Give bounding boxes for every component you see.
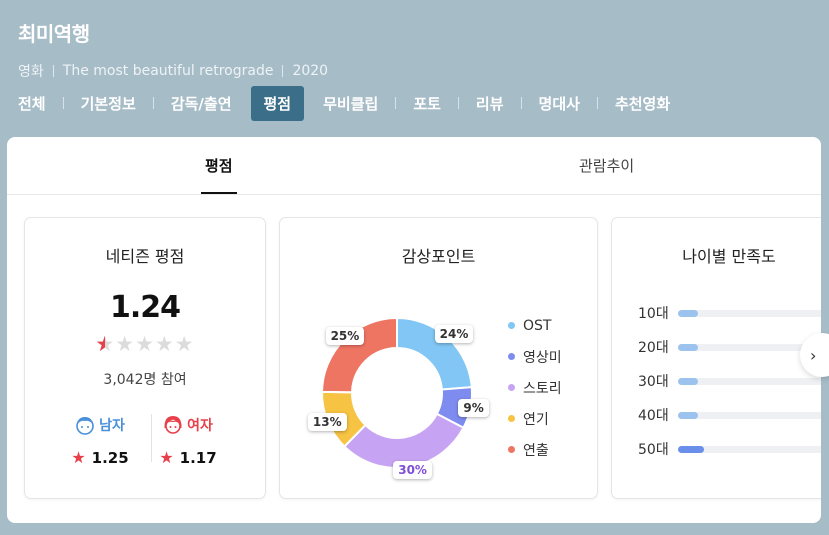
- female-score: 여자 ★ 1.17: [158, 414, 218, 467]
- nav-divider: [152, 97, 154, 109]
- age-label: 20대: [638, 340, 669, 356]
- release-year: 2020: [292, 63, 329, 79]
- nav-divider: [520, 97, 522, 109]
- female-label: 여자: [187, 418, 213, 434]
- age-label: 30대: [638, 374, 669, 390]
- rating-tabs: 평점 관람추이: [7, 137, 821, 195]
- legend-label: 스토리: [523, 380, 562, 397]
- age-bar-track: [678, 411, 821, 419]
- star-empty-icon: ★: [135, 332, 155, 356]
- female-face-icon: [164, 416, 182, 434]
- age-row: 50대: [638, 439, 821, 459]
- chart-legend: OST 영상미스토리연기연출: [508, 310, 562, 465]
- legend-item: 스토리: [508, 372, 562, 403]
- active-tab-indicator: [201, 192, 237, 194]
- star-icon: ★: [159, 448, 174, 467]
- nav-divider: [313, 97, 314, 109]
- nav-item-3[interactable]: 평점: [250, 85, 305, 121]
- slice-label: 25%: [325, 326, 365, 345]
- star-icon: ★: [71, 448, 86, 467]
- age-label: 50대: [638, 442, 669, 458]
- nav-divider: [457, 97, 459, 109]
- male-label: 남자: [99, 418, 125, 434]
- movie-header: 최미역행 영화 The most beautiful retrograde 20…: [18, 18, 328, 81]
- slice-label: 13%: [307, 412, 347, 431]
- legend-label: OST: [523, 317, 552, 334]
- star-empty-icon: ★: [115, 332, 136, 356]
- card-title: 나이별 만족도: [682, 247, 776, 266]
- nav-divider: [596, 97, 598, 109]
- male-face-icon: [76, 417, 94, 435]
- card-title: 네티즌 평점: [105, 247, 185, 266]
- slice-label: 30%: [393, 461, 432, 480]
- nav-item-0[interactable]: 전체: [18, 93, 46, 114]
- legend-label: 연기: [523, 411, 549, 428]
- nav-item-2[interactable]: 감독/출연: [171, 93, 232, 114]
- participant-count: 3,042명 참여: [103, 372, 187, 388]
- meta-divider: [282, 65, 284, 77]
- male-score: 남자 ★ 1.25: [70, 414, 130, 467]
- tab-trend[interactable]: 관람추이: [579, 155, 634, 176]
- nav-divider: [395, 97, 397, 109]
- nav-item-6[interactable]: 리뷰: [476, 93, 504, 114]
- female-score-value: 1.17: [179, 448, 217, 467]
- star-half-icon: ★: [95, 332, 115, 356]
- tab-score[interactable]: 평점: [205, 155, 233, 176]
- age-label: 40대: [638, 408, 669, 424]
- age-bar-track: [678, 377, 821, 385]
- age-row: 20대: [638, 337, 821, 357]
- legend-dot: [508, 415, 515, 422]
- nav-divider: [62, 97, 64, 109]
- nav-item-1[interactable]: 기본정보: [81, 93, 136, 114]
- chevron-right-icon: ›: [810, 345, 817, 365]
- age-bar: [678, 377, 699, 385]
- gender-divider: [151, 414, 152, 462]
- movie-category: 영화: [18, 64, 44, 80]
- nav-item-5[interactable]: 포토: [413, 93, 441, 114]
- movie-nav: 전체 기본정보 감독/출연 평점 무비클립 포토 리뷰 명대사 추천영화: [18, 85, 670, 121]
- viewing-points-card: 감상포인트 OST 영상미 스토리 연기 연출 24% 9% 30% 13% 25%: [279, 217, 598, 499]
- legend-item: OST: [508, 310, 562, 341]
- movie-meta: 영화 The most beautiful retrograde 2020: [18, 61, 328, 81]
- nav-divider: [241, 97, 242, 109]
- legend-label: 영상미: [523, 349, 562, 366]
- legend-item: 영상미: [508, 341, 562, 372]
- original-title: The most beautiful retrograde: [62, 63, 274, 79]
- legend-dot: [508, 322, 515, 329]
- slice-label: 24%: [434, 325, 474, 343]
- slice-label: 9%: [458, 398, 489, 417]
- legend-item: 연기: [508, 403, 562, 434]
- page-title: 최미역행: [18, 22, 90, 46]
- age-bar-track: [678, 309, 821, 317]
- age-bar: [678, 309, 699, 317]
- age-label: 10대: [638, 306, 669, 322]
- star-rating: ★ ★★★★: [25, 332, 265, 356]
- legend-dot: [508, 353, 515, 360]
- age-row: 30대: [638, 371, 821, 391]
- legend-label: 연출: [523, 442, 549, 459]
- age-bar: [678, 343, 699, 351]
- age-row: 40대: [638, 405, 821, 425]
- age-bar: [678, 411, 699, 419]
- nav-item-4[interactable]: 무비클립: [323, 93, 378, 114]
- star-empty-icon: ★: [174, 332, 195, 356]
- star-empty-icon: ★: [154, 332, 175, 356]
- average-score: 1.24: [109, 290, 181, 325]
- age-bar: [678, 445, 704, 453]
- legend-item: 연출: [508, 434, 562, 465]
- age-satisfaction-card: 나이별 만족도 10대 20대 30대 40대 50대: [611, 217, 821, 499]
- age-row: 10대: [638, 303, 821, 323]
- legend-dot: [508, 446, 515, 453]
- male-score-value: 1.25: [91, 448, 129, 467]
- nav-item-8[interactable]: 추천영화: [615, 93, 670, 114]
- rating-panel: 평점 관람추이 네티즌 평점 1.24 ★★★★★ 3,042명 참여 남자 ★…: [7, 137, 821, 523]
- netizen-score-card: 네티즌 평점 1.24 ★★★★★ 3,042명 참여 남자 ★1.25: [24, 217, 266, 499]
- age-bar-track: [678, 445, 821, 453]
- meta-divider: [52, 65, 54, 77]
- legend-dot: [508, 384, 515, 391]
- nav-item-7[interactable]: 명대사: [539, 93, 580, 114]
